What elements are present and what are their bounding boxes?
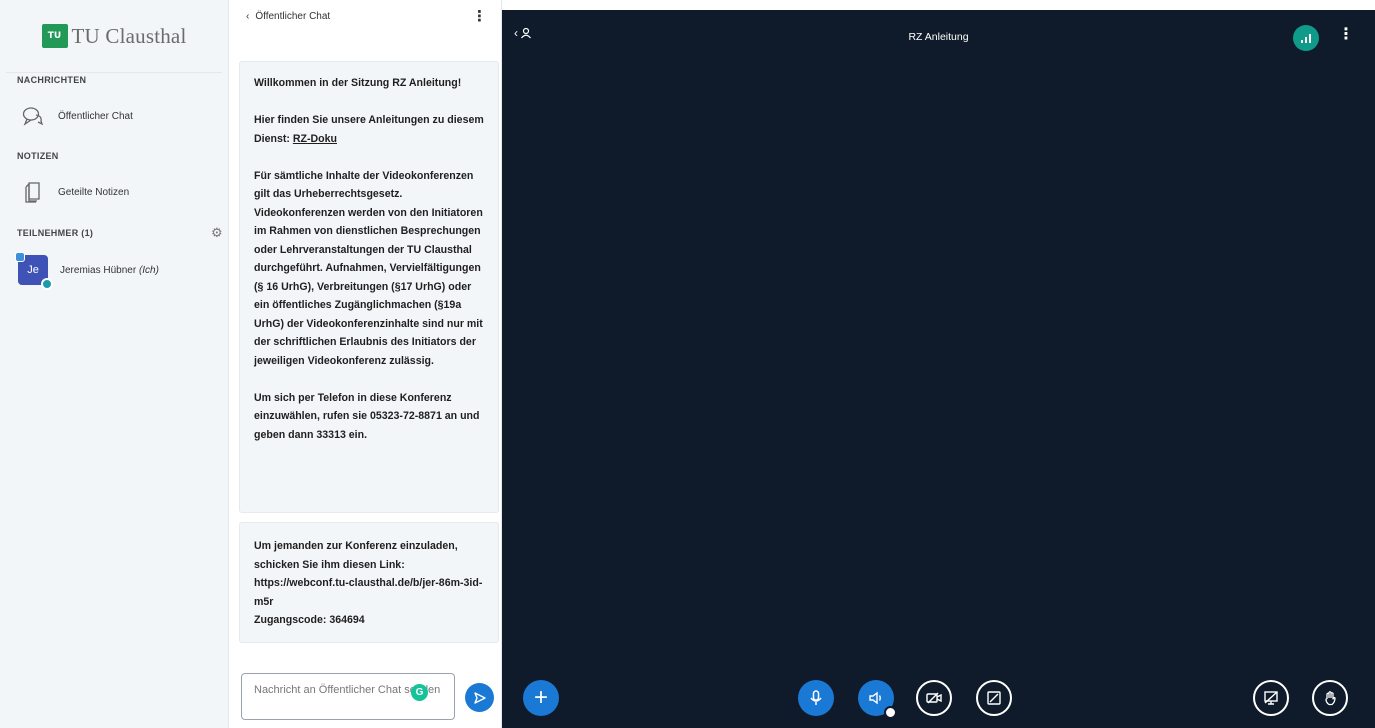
microphone-icon (810, 690, 822, 705)
app-window: TU TU Clausthal NACHRICHTEN Öffentlicher… (0, 0, 1375, 728)
presentation-toggle-button[interactable] (1253, 680, 1289, 716)
plus-icon: + (533, 684, 548, 711)
chat-title: Öffentlicher Chat (255, 10, 331, 22)
connection-icon (1301, 33, 1311, 43)
chat-panel: ‹ Öffentlicher Chat ⋮ Willkommen in der … (229, 0, 502, 728)
camera-button[interactable] (916, 680, 952, 716)
kebab-icon[interactable]: ⋮ (472, 7, 487, 25)
chat-message-input[interactable]: Nachricht an Öffentlicher Chat senden G (241, 673, 455, 720)
chat-header: ‹ Öffentlicher Chat ⋮ (229, 0, 501, 58)
audio-icon (869, 691, 881, 705)
send-icon (473, 691, 486, 704)
participant-name: Jeremias Hübner (Ich) (60, 265, 159, 276)
raise-hand-button[interactable] (1312, 680, 1348, 716)
screenshare-icon (987, 691, 1001, 705)
presentation-icon (1264, 691, 1278, 705)
participant-self-tag: (Ich) (138, 264, 159, 276)
sidebar: TU TU Clausthal NACHRICHTEN Öffentlicher… (0, 0, 229, 728)
welcome-text: Willkommen in der Sitzung RZ Anleitung! (254, 77, 462, 89)
avatar-initials: Je (27, 264, 39, 276)
notes-section-title: NOTIZEN (17, 151, 59, 161)
microphone-button[interactable] (798, 680, 834, 716)
guide-link[interactable]: RZ-Doku (293, 133, 337, 145)
send-button[interactable] (465, 683, 494, 712)
audio-settings-indicator (884, 706, 897, 719)
camera-icon (926, 692, 942, 704)
phone-text: Um sich per Telefon in diese Konferenz e… (254, 391, 480, 441)
notes-icon (22, 181, 44, 203)
messages-section-title: NACHRICHTEN (17, 75, 87, 85)
gear-icon[interactable]: ⚙ (211, 225, 223, 241)
actions-button[interactable]: + (523, 680, 559, 716)
chat-bubble-icon (22, 105, 44, 127)
logo-text: TU Clausthal (71, 23, 187, 48)
grammarly-icon[interactable]: G (411, 684, 428, 701)
copyright-text: Für sämtliche Inhalte der Videokonferenz… (254, 169, 483, 367)
kebab-icon[interactable]: ⋮ (1338, 24, 1354, 44)
tu-logo-icon: TU (41, 24, 68, 48)
participants-title: TEILNEHMER (1) (17, 228, 94, 238)
audio-button[interactable] (858, 680, 897, 719)
invite-text: Um jemanden zur Konferenz einzuladen, sc… (254, 540, 458, 571)
invite-link: https://webconf.tu-clausthal.de/b/jer-86… (254, 577, 483, 608)
sidebar-item-shared-notes[interactable]: Geteilte Notizen (0, 174, 229, 210)
sidebar-item-label: Geteilte Notizen (58, 186, 130, 198)
chat-back-button[interactable]: ‹ Öffentlicher Chat (246, 11, 330, 22)
meeting-title: RZ Anleitung (908, 31, 969, 43)
invite-message: Um jemanden zur Konferenz einzuladen, sc… (239, 522, 499, 643)
chevron-left-icon: ‹ (246, 10, 250, 22)
welcome-message: Willkommen in der Sitzung RZ Anleitung! … (239, 61, 499, 513)
access-code: Zugangscode: 364694 (254, 614, 365, 626)
participants-section-title: TEILNEHMER (1) ⚙ (0, 225, 229, 241)
sidebar-item-label: Öffentlicher Chat (58, 110, 133, 122)
presentation-area: ‹ RZ Anleitung ⋮ + (502, 10, 1375, 728)
sidebar-item-public-chat[interactable]: Öffentlicher Chat (0, 98, 229, 134)
participant-item[interactable]: Je Jeremias Hübner (Ich) (0, 252, 229, 290)
connection-status-button[interactable] (1293, 25, 1319, 51)
hand-icon (1325, 691, 1336, 706)
screenshare-button[interactable] (976, 680, 1012, 716)
presenter-badge-icon (15, 252, 25, 262)
audio-status-icon (41, 278, 53, 290)
guide-text-block: Hier finden Sie unsere Anleitungen zu di… (254, 111, 485, 148)
participant-name-text: Jeremias Hübner (60, 264, 137, 276)
logo: TU TU Clausthal (6, 0, 222, 73)
avatar: Je (15, 252, 53, 290)
guide-text: Hier finden Sie unsere Anleitungen zu di… (254, 114, 484, 145)
